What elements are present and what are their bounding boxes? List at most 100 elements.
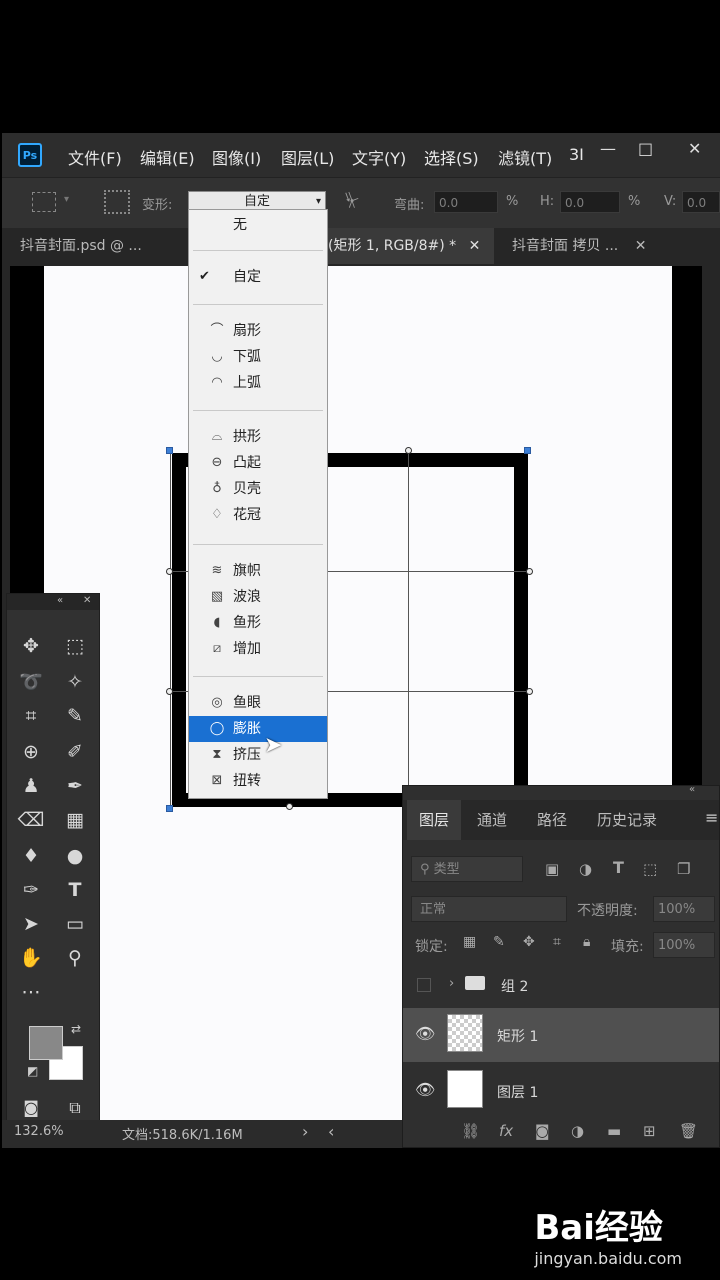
gradient-tool-icon[interactable]: ▦ (61, 806, 89, 834)
collapse-icon[interactable]: « (689, 784, 695, 795)
pen-tool-icon[interactable]: ✑ (17, 876, 45, 904)
opacity-input[interactable]: 100% (653, 896, 715, 922)
h-distort-input[interactable]: 0.0 (560, 191, 620, 213)
eye-icon[interactable]: 👁︎ (415, 1080, 435, 1099)
history-brush-tool-icon[interactable]: ✒ (61, 772, 89, 800)
warp-corner-handle[interactable] (166, 805, 173, 812)
magic-wand-tool-icon[interactable]: ✧ (61, 668, 89, 696)
layer-row-group[interactable]: › 组 2 (403, 964, 719, 1008)
chevron-right-icon[interactable]: › (449, 976, 454, 991)
lock-all-icon[interactable]: 🔒︎ (583, 934, 590, 950)
menu-type[interactable]: 文字(Y) (352, 145, 406, 169)
lock-image-icon[interactable]: ✎ (493, 934, 505, 950)
swap-colors-icon[interactable]: ⇄ (71, 1022, 81, 1036)
reference-point-icon[interactable] (104, 190, 130, 214)
filter-adjustment-icon[interactable]: ◑ (579, 860, 592, 878)
layer-row-shape[interactable]: 👁︎ 矩形 1 (403, 1008, 719, 1062)
warp-option-inflate[interactable]: ◯ 膨胀 (189, 716, 327, 742)
hand-tool-icon[interactable]: ✋ (17, 944, 45, 972)
close-button[interactable]: ✕ (688, 139, 701, 158)
menu-layer[interactable]: 图层(L) (281, 145, 334, 169)
screen-mode-icon[interactable]: ⧉ (61, 1094, 89, 1122)
eyedropper-tool-icon[interactable]: ✎ (61, 702, 89, 730)
warp-style-select[interactable]: 自定 ▾ (188, 191, 326, 211)
foreground-color-swatch[interactable] (29, 1026, 63, 1060)
tab-close-icon[interactable]: ✕ (635, 238, 647, 254)
warp-option-arch[interactable]: ⌓ 拱形 (189, 424, 327, 450)
menu-select[interactable]: 选择(S) (424, 145, 479, 169)
tab-douyin-cover-copy[interactable]: 抖音封面 拷贝 ... ✕ (494, 228, 720, 264)
tab-rectangle-1[interactable]: (矩形 1, RGB/8#) * ✕ (312, 228, 494, 264)
minimize-button[interactable]: — (600, 139, 616, 158)
close-icon[interactable]: ✕ (83, 595, 91, 606)
lock-position-icon[interactable]: ✥ (523, 934, 535, 950)
brush-tool-icon[interactable]: ✐ (61, 738, 89, 766)
quick-mask-icon[interactable]: ◙ (17, 1094, 45, 1122)
stamp-tool-icon[interactable]: ♟ (17, 772, 45, 800)
tab-channels[interactable]: 通道 (465, 800, 519, 840)
rectangle-tool-icon[interactable]: ▭ (61, 910, 89, 938)
crop-tool-icon[interactable]: ⌗ (17, 702, 45, 730)
bend-input[interactable]: 0.0 (434, 191, 498, 213)
fill-input[interactable]: 100% (653, 932, 715, 958)
path-selection-tool-icon[interactable]: ➤ (17, 910, 45, 938)
warp-option-shell[interactable]: ♁ 贝壳 (189, 476, 327, 502)
eye-icon[interactable]: 👁︎ (415, 1024, 435, 1043)
warp-option-bulge[interactable]: ⊖ 凸起 (189, 450, 327, 476)
tab-layers[interactable]: 图层 (407, 800, 462, 840)
new-group-icon[interactable]: ▬ (607, 1122, 621, 1140)
warp-option-custom[interactable]: ✔ 自定 (189, 264, 327, 290)
new-layer-icon[interactable]: ⊞ (643, 1122, 656, 1140)
transform-tool-icon[interactable] (32, 192, 56, 212)
warp-handle[interactable] (526, 688, 533, 695)
lock-artboard-icon[interactable]: ⌗ (553, 934, 561, 950)
warp-option-squeeze[interactable]: ⧗ 挤压 (189, 742, 327, 768)
default-colors-icon[interactable]: ◩ (27, 1064, 38, 1078)
tab-history[interactable]: 历史记录 (585, 800, 669, 840)
filter-smart-object-icon[interactable]: ❐ (677, 860, 690, 878)
warp-handle[interactable] (405, 447, 412, 454)
warp-option-twist[interactable]: ⊠ 扭转 (189, 768, 327, 794)
warp-option-arc-lower[interactable]: ◡ 下弧 (189, 344, 327, 370)
chevron-right-icon[interactable]: › (302, 1122, 308, 1141)
warp-handle[interactable] (166, 568, 173, 575)
filter-shape-icon[interactable]: ⬚ (643, 860, 657, 878)
healing-brush-tool-icon[interactable]: ⊕ (17, 738, 45, 766)
layer-filter-select[interactable]: ⚲ 类型 (411, 856, 523, 882)
filter-pixel-icon[interactable]: ▣ (545, 860, 559, 878)
warp-option-fisheye[interactable]: ◎ 鱼眼 (189, 690, 327, 716)
lock-transparent-icon[interactable]: ▦ (463, 934, 476, 950)
warp-option-arc[interactable]: ⌒ 扇形 (189, 318, 327, 344)
zoom-tool-icon[interactable]: ⚲ (61, 944, 89, 972)
menu-filter[interactable]: 滤镜(T) (498, 145, 552, 169)
warp-handle[interactable] (526, 568, 533, 575)
menu-edit[interactable]: 编辑(E) (140, 145, 195, 169)
type-tool-icon[interactable]: T (61, 876, 89, 904)
warp-corner-handle[interactable] (524, 447, 531, 454)
tab-douyin-cover[interactable]: 抖音封面.psd @ ... (2, 228, 186, 264)
panel-menu-icon[interactable]: ≡ (705, 808, 718, 827)
warp-handle[interactable] (286, 803, 293, 810)
warp-corner-handle[interactable] (166, 447, 173, 454)
blur-tool-icon[interactable]: ♦ (17, 842, 45, 870)
collapse-icon[interactable]: « (57, 595, 63, 606)
link-icon[interactable]: ⛓ (461, 1122, 480, 1140)
warp-option-flag[interactable]: ≋ 旗帜 (189, 558, 327, 584)
blend-mode-select[interactable]: 正常 (411, 896, 567, 922)
warp-option-fish[interactable]: ◖ 鱼形 (189, 610, 327, 636)
filter-type-icon[interactable]: T (613, 858, 624, 877)
marquee-tool-icon[interactable]: ⬚ (61, 632, 89, 660)
warp-option-rise[interactable]: ⧄ 增加 (189, 636, 327, 662)
v-distort-input[interactable]: 0.0 (682, 191, 720, 213)
tab-close-icon[interactable]: ✕ (469, 238, 481, 254)
warp-option-flower[interactable]: ♢ 花冠 (189, 502, 327, 528)
zoom-level[interactable]: 132.6% (14, 1124, 64, 1139)
mask-icon[interactable]: ◙ (535, 1122, 550, 1140)
menu-3d[interactable]: 3I (569, 145, 584, 164)
dodge-tool-icon[interactable]: ● (61, 842, 89, 870)
warp-orientation-icon[interactable]: ⏧ (345, 190, 359, 211)
eraser-tool-icon[interactable]: ⌫ (17, 806, 45, 834)
lasso-tool-icon[interactable]: ➰ (17, 668, 45, 696)
menu-file[interactable]: 文件(F) (68, 145, 122, 169)
chevron-left-icon[interactable]: ‹ (328, 1122, 334, 1141)
